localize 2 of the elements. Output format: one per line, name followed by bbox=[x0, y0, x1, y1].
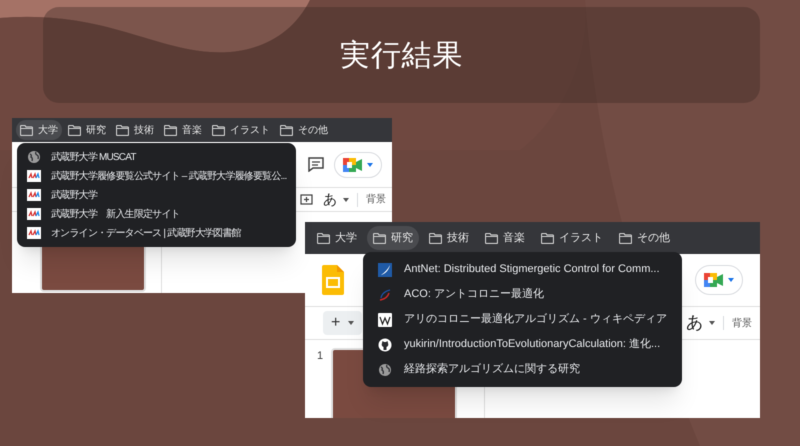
slide-title: 実行結果 bbox=[340, 38, 463, 74]
slide-number: 1 bbox=[317, 349, 324, 364]
